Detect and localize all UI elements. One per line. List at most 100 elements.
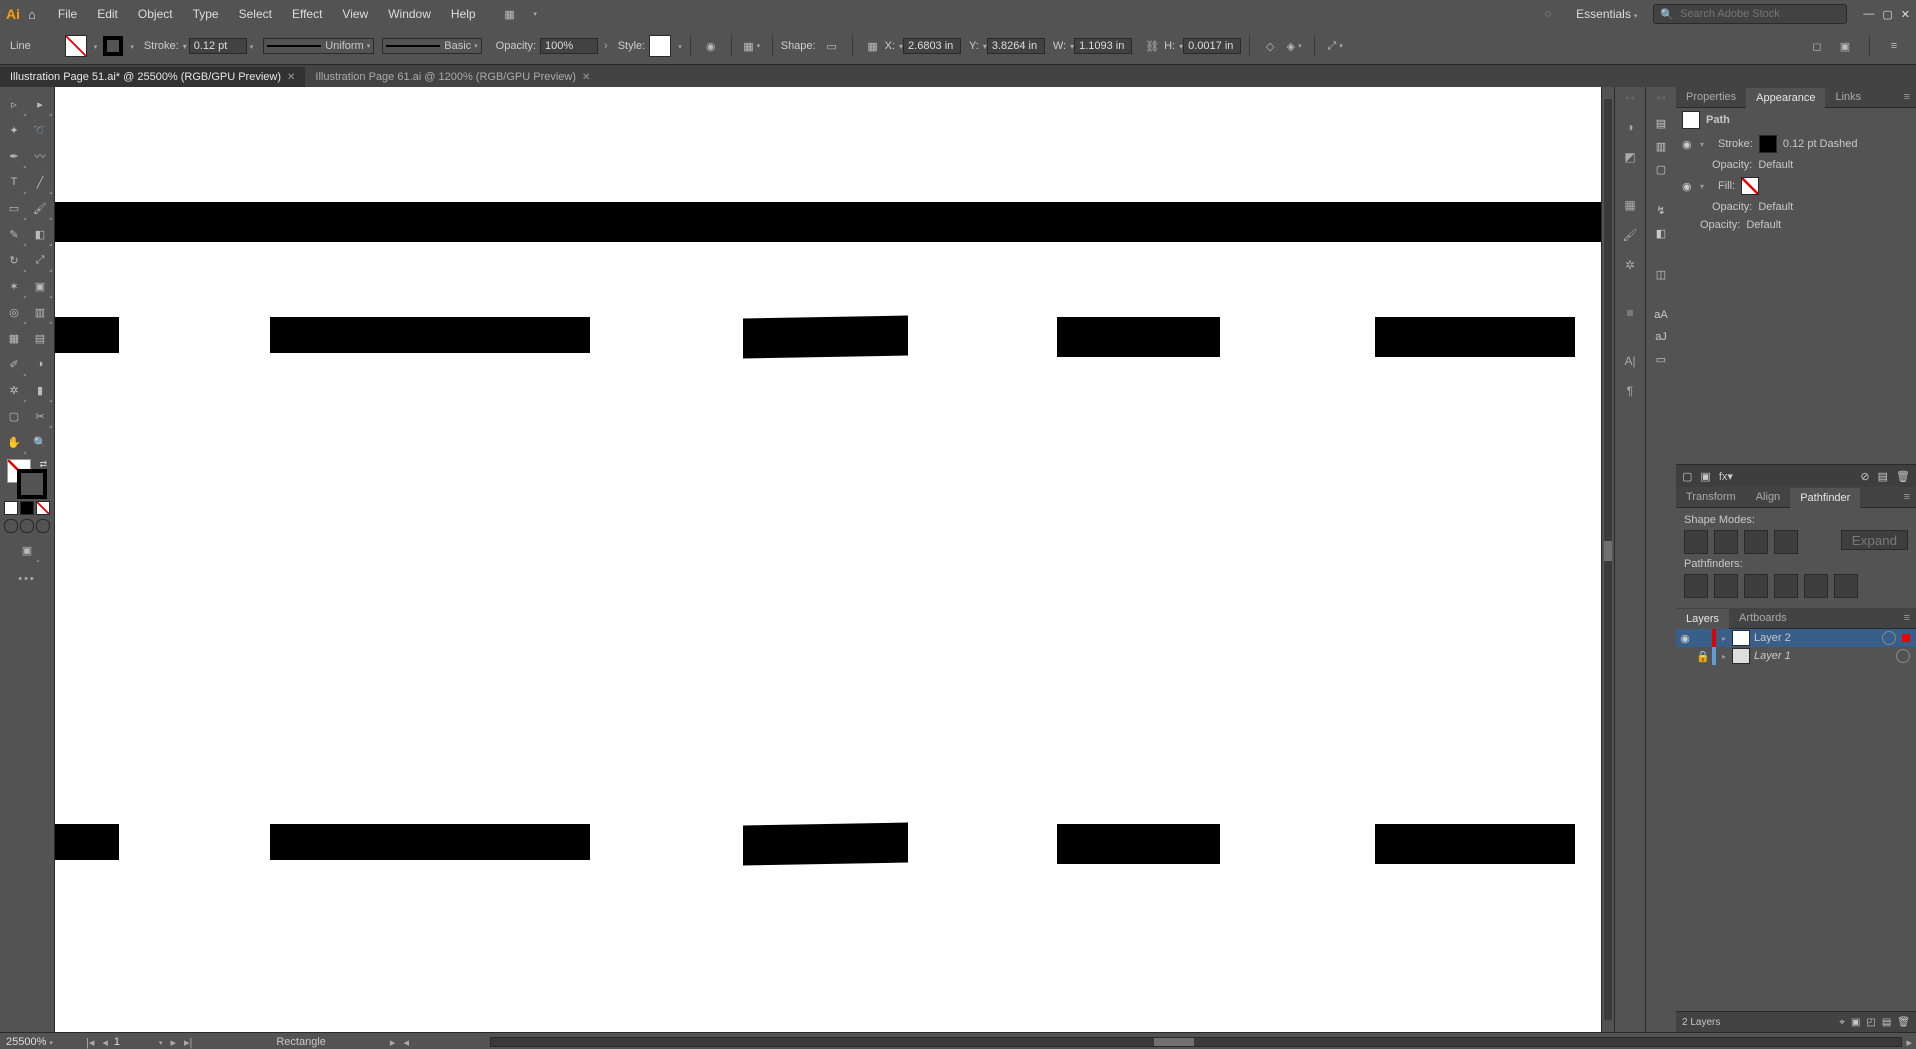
brush-definition[interactable]: Basic [382,38,481,54]
tab-transform[interactable]: Transform [1676,487,1746,507]
menu-view[interactable]: View [342,7,368,21]
edit-icon[interactable]: ▣ [1833,34,1857,58]
color-mode-icon[interactable] [4,501,18,515]
dock-paragraph-icon[interactable]: ¶ [1620,381,1640,401]
shape-convert-icon[interactable]: ◇ [1258,34,1282,58]
panel-menu-icon[interactable]: ≡ [1882,34,1906,58]
layers-locate-icon[interactable]: ⌖ [1839,1017,1845,1028]
layers-new-icon[interactable]: ▤ [1882,1017,1891,1028]
hscroll-end-icon[interactable]: ▸ [1902,1036,1916,1049]
pf-outline[interactable] [1804,574,1828,598]
arrange-documents-icon[interactable]: ▦ [498,2,522,26]
draw-behind-icon[interactable] [20,519,34,533]
search-input[interactable] [1678,7,1840,21]
appearance-fill-visibility-icon[interactable]: ◉ [1682,180,1694,193]
search-help-icon[interactable]: ◌ [1536,2,1560,26]
dock-character-icon[interactable]: A| [1620,351,1640,371]
width-tool[interactable]: ✶ [1,273,27,299]
menu-type[interactable]: Type [193,7,219,21]
window-maximize-button[interactable]: ▢ [1882,8,1892,21]
h-field[interactable]: 0.0017 in [1183,38,1241,54]
hscroll-left-icon[interactable]: ▸ [386,1036,400,1049]
canvas[interactable] [55,87,1614,1032]
layer1-name[interactable]: Layer 1 [1754,650,1896,662]
horizontal-scrollbar[interactable]: ▸ [490,1033,1916,1049]
tab-align[interactable]: Align [1746,487,1790,507]
stroke-box[interactable] [17,469,47,499]
tab-layers[interactable]: Layers [1676,609,1729,629]
home-icon[interactable]: ⌂ [28,7,36,22]
layer1-target-icon[interactable] [1896,649,1910,663]
dock-swatches-icon[interactable]: ▦ [1620,195,1640,215]
line-segment-tool[interactable]: ╱ [27,169,53,195]
dock-icon-4[interactable]: aJ [1655,331,1667,343]
dock-grip-a[interactable]: ▸◂ [1626,93,1634,107]
align-panel-icon[interactable]: ▦ [740,34,764,58]
menu-effect[interactable]: Effect [292,7,322,21]
fill-swatch[interactable] [65,35,87,57]
x-field[interactable]: 2.6803 in [903,38,961,54]
transform-icon[interactable]: ⤢ [1323,34,1347,58]
appearance-stroke-visibility-icon[interactable]: ◉ [1682,138,1694,151]
column-graph-tool[interactable]: ▮ [27,377,53,403]
direct-selection-tool[interactable]: ▸ [27,91,53,117]
menu-edit[interactable]: Edit [97,7,118,21]
eyedropper-tool[interactable]: ✐ [1,351,27,377]
dock-color-icon[interactable]: ◑ [1620,117,1640,137]
layer2-target-icon[interactable] [1882,631,1896,645]
stroke-swatch[interactable] [103,36,123,56]
appearance-delete-icon[interactable]: 🗑 [1896,470,1910,483]
artboard-drop[interactable] [152,1036,167,1048]
dock-glyphs-icon[interactable]: aA [1654,309,1667,321]
screen-mode-icon[interactable]: ▣ [14,537,40,563]
appearance-duplicate-icon[interactable]: ▤ [1878,470,1888,483]
layer1-disclosure-icon[interactable]: ▸ [1716,652,1732,661]
dock-brushes-icon[interactable]: 🖌 [1620,225,1640,245]
tab-artboards[interactable]: Artboards [1729,608,1797,628]
variable-width-profile[interactable]: Uniform [263,38,374,54]
document-tab-2-close[interactable]: ✕ [582,72,590,83]
opacity-field[interactable]: 100% [540,38,598,54]
workspace-switcher[interactable]: Essentials [1576,7,1637,21]
window-minimize-button[interactable]: — [1863,8,1874,21]
stroke-stepper-down[interactable]: ▾ [183,42,187,51]
document-tab-1-close[interactable]: ✕ [287,72,295,83]
layer2-visibility-icon[interactable]: ◉ [1676,632,1694,645]
pen-tool[interactable]: ✒ [1,143,27,169]
appearance-clear-icon[interactable]: ⊘ [1860,470,1869,483]
dock-icon-1[interactable]: ↯ [1656,204,1665,217]
layers-delete-icon[interactable]: 🗑 [1897,1017,1910,1028]
hand-tool[interactable]: ✋ [1,429,27,455]
layer-row-layer1[interactable]: 🔒 ▸ Layer 1 [1676,647,1916,665]
artboard-last-icon[interactable]: ▸| [180,1036,196,1049]
appearance-add-fill-icon[interactable]: ▣ [1700,470,1710,483]
curvature-tool[interactable]: 〰 [27,143,53,169]
corners-icon[interactable]: ◈ [1282,34,1306,58]
recolor-artwork-icon[interactable]: ◉ [699,34,723,58]
menu-window[interactable]: Window [388,7,431,21]
lasso-tool[interactable]: ➰ [27,117,53,143]
draw-normal-icon[interactable] [4,519,18,533]
search-stock-box[interactable]: 🔍 [1653,4,1847,24]
free-transform-tool[interactable]: ▣ [27,273,53,299]
stroke-weight-field[interactable]: 0.12 pt [189,38,247,54]
dock-artboards-icon[interactable]: ▢ [1656,163,1666,176]
swap-fill-stroke-icon[interactable]: ⇄ [39,459,47,470]
pf-crop[interactable] [1774,574,1798,598]
magic-wand-tool[interactable]: ✦ [1,117,27,143]
graphic-style-drop[interactable] [675,40,682,52]
hscroll-right-icon[interactable]: ◂ [399,1036,413,1049]
dock-color-guide-icon[interactable]: ◩ [1620,147,1640,167]
shape-bounds-icon[interactable]: ▭ [820,34,844,58]
pf-expand-button[interactable]: Expand [1841,530,1908,550]
dock-libraries-icon[interactable]: ▤ [1656,117,1666,130]
layer1-lock-icon[interactable]: 🔒 [1694,650,1712,663]
appearance-add-effect-icon[interactable]: fx▾ [1719,470,1733,483]
artboard-tool[interactable]: ▢ [1,403,27,429]
appearance-stroke-disclosure-icon[interactable]: ▾ [1700,140,1712,149]
edit-toolbar-icon[interactable]: ••• [18,573,36,585]
fill-stroke-control[interactable]: ⇄ [7,459,47,499]
constrain-proportions-icon[interactable]: ⛓ [1140,34,1164,58]
layer-row-layer2[interactable]: ◉ ▸ Layer 2 [1676,629,1916,647]
dock-icon-5[interactable]: ▭ [1656,353,1666,366]
